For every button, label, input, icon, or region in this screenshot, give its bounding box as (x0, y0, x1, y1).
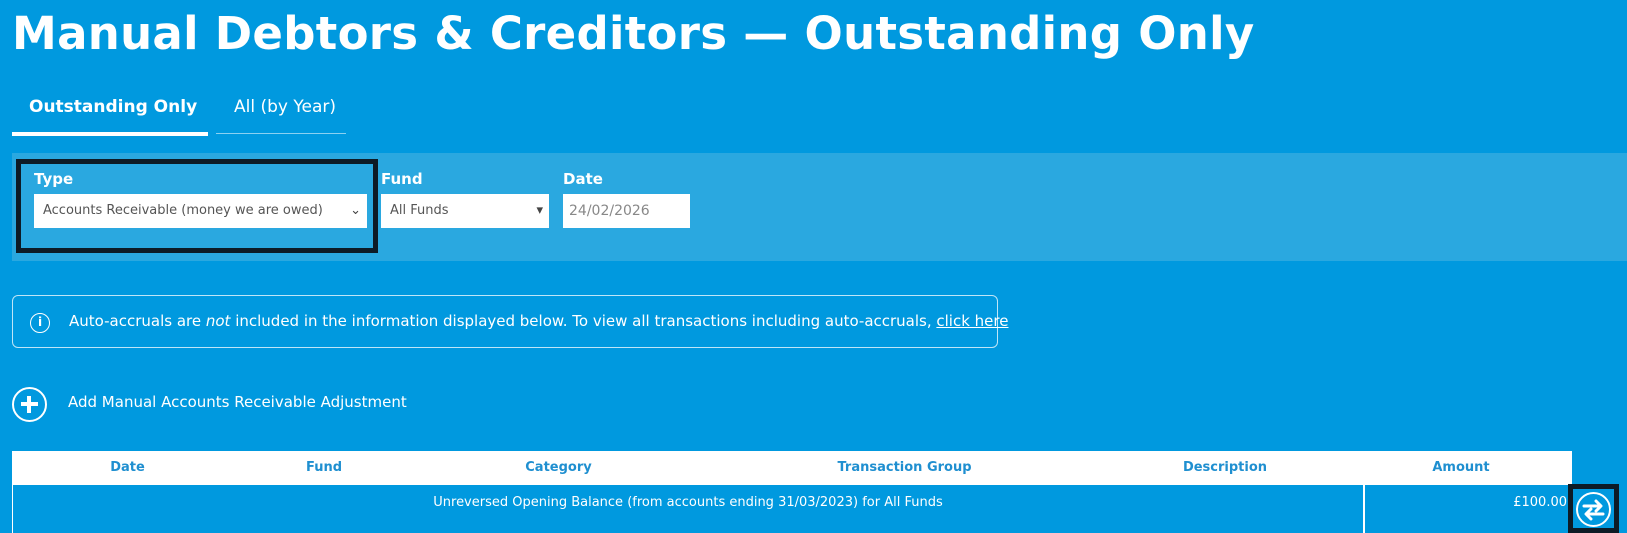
row-amount: £100.00 (1513, 495, 1567, 510)
column-header-category[interactable]: Category (405, 451, 712, 485)
swap-arrows-icon (1576, 492, 1611, 527)
column-header-fund[interactable]: Fund (243, 451, 405, 485)
notice-text-before: Auto-accruals are (69, 312, 206, 330)
tab-all-by-year[interactable]: All (by Year) (216, 88, 346, 134)
swap-button[interactable] (1568, 484, 1619, 533)
table-row: Unreversed Opening Balance (from account… (12, 485, 1572, 533)
column-header-date[interactable]: Date (12, 451, 243, 485)
column-header-amount[interactable]: Amount (1353, 451, 1569, 485)
type-label: Type (34, 170, 74, 188)
chevron-down-icon: ⌄ (350, 203, 361, 218)
tab-outstanding-only[interactable]: Outstanding Only (12, 88, 208, 136)
notice-text-emphasis: not (205, 312, 231, 330)
info-icon: i (30, 313, 50, 333)
date-input[interactable]: 24/02/2026 (563, 194, 690, 228)
notice-text: Auto-accruals are not included in the in… (69, 312, 1008, 330)
page-title: Manual Debtors & Creditors — Outstanding… (12, 7, 1255, 60)
opening-balance-summary: Unreversed Opening Balance (from account… (13, 485, 1365, 533)
column-header-description[interactable]: Description (1097, 451, 1353, 485)
date-label: Date (563, 170, 603, 188)
fund-select-value: All Funds (390, 203, 449, 218)
fund-label: Fund (381, 170, 423, 188)
tab-bar: Outstanding Only All (by Year) (12, 88, 346, 138)
caret-down-icon: ▾ (536, 203, 543, 218)
type-select[interactable]: Accounts Receivable (money we are owed) … (34, 194, 367, 228)
column-header-transaction-group[interactable]: Transaction Group (712, 451, 1097, 485)
add-adjustment-link[interactable]: Add Manual Accounts Receivable Adjustmen… (68, 393, 407, 411)
type-select-value: Accounts Receivable (money we are owed) (43, 203, 323, 218)
auto-accruals-notice: i Auto-accruals are not included in the … (12, 295, 1008, 348)
plus-circle-icon[interactable] (12, 387, 47, 422)
table-header: Date Fund Category Transaction Group Des… (12, 451, 1572, 485)
fund-select[interactable]: All Funds ▾ (381, 194, 549, 228)
page: Manual Debtors & Creditors — Outstanding… (0, 0, 1627, 533)
notice-text-after: included in the information displayed be… (230, 312, 937, 330)
filter-panel: Type Accounts Receivable (money we are o… (12, 153, 1627, 261)
click-here-link[interactable]: click here (936, 312, 1008, 330)
